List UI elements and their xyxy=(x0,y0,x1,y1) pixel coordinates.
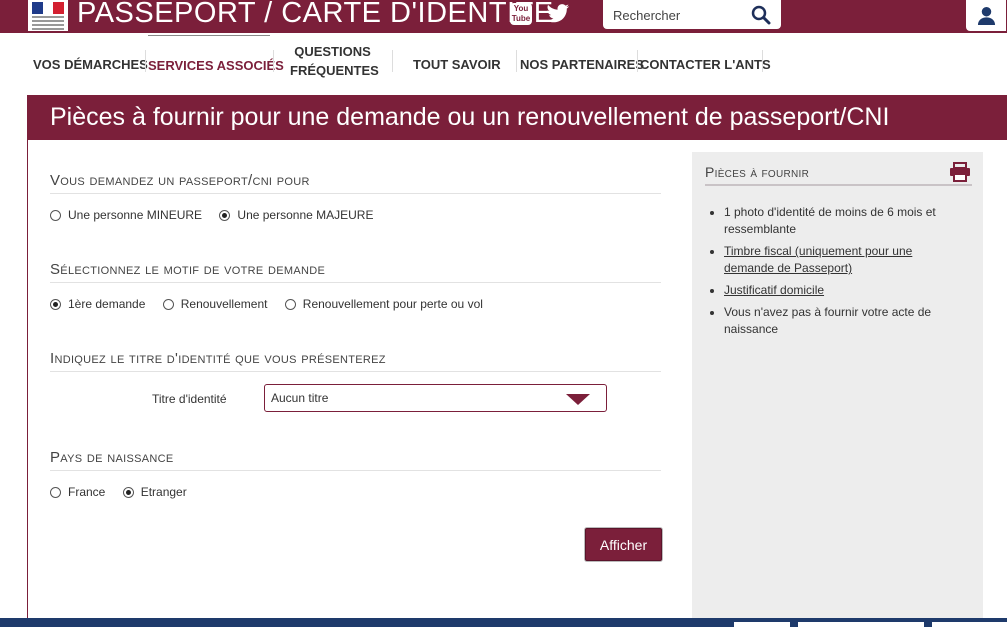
radio-mineure[interactable]: Une personne MINEURE xyxy=(50,208,202,222)
radio-premiere-demande[interactable]: 1ère demande xyxy=(50,297,145,311)
radio-group-pays: France Etranger xyxy=(50,485,201,501)
nav-item-questions-frequentes[interactable]: QUESTIONS FRÉQUENTES xyxy=(290,42,379,80)
titre-identite-label: Titre d'identité xyxy=(152,392,227,406)
footer-tab[interactable] xyxy=(932,622,1007,627)
justificatif-domicile-link[interactable]: Justificatif domicile xyxy=(724,283,824,297)
search-input[interactable] xyxy=(611,5,745,25)
nav-item-nos-partenaires[interactable]: NOS PARTENAIRES xyxy=(520,55,644,74)
nav-item-services-associes[interactable]: SERVICES ASSOCIÉS xyxy=(148,35,284,75)
titre-identite-select[interactable]: Aucun titre xyxy=(264,384,607,412)
site-title[interactable]: PASSEPORT / CARTE D'IDENTITE xyxy=(77,0,554,30)
content-left-border xyxy=(27,140,28,620)
chevron-down-icon xyxy=(566,394,590,405)
list-item: Justificatif domicile xyxy=(724,282,964,299)
main-nav: VOS DÉMARCHES SERVICES ASSOCIÉS QUESTION… xyxy=(0,34,1007,94)
youtube-icon[interactable]: You Tube xyxy=(510,3,532,25)
radio-majeure[interactable]: Une personne MAJEURE xyxy=(219,208,373,222)
footer-tab[interactable] xyxy=(798,622,924,627)
footer-tab[interactable] xyxy=(734,622,790,627)
radio-france[interactable]: France xyxy=(50,485,105,499)
list-item: 1 photo d'identité de moins de 6 mois et… xyxy=(724,204,964,238)
radio-group-motif: 1ère demande Renouvellement Renouvelleme… xyxy=(50,297,497,313)
nav-item-tout-savoir[interactable]: TOUT SAVOIR xyxy=(413,55,501,74)
search-box xyxy=(603,0,781,29)
user-icon xyxy=(977,6,996,25)
ants-logo[interactable] xyxy=(28,0,68,31)
nav-item-contacter[interactable]: CONTACTER L'ANTS xyxy=(640,55,771,74)
section-title-personne: Vous demandez un passeport/cni pour xyxy=(50,172,661,194)
section-title-pays-naissance: Pays de naissance xyxy=(50,449,661,471)
top-bar: PASSEPORT / CARTE D'IDENTITE You Tube xyxy=(0,0,1007,33)
timbre-fiscal-link[interactable]: Timbre fiscal (uniquement pour une deman… xyxy=(724,244,912,275)
section-title-titre-identite: Indiquez le titre d'identité que vous pr… xyxy=(50,350,661,372)
select-value: Aucun titre xyxy=(271,391,329,405)
sidebar-title: Pièces à fournir xyxy=(705,164,972,186)
twitter-icon[interactable] xyxy=(546,3,570,25)
list-item: Timbre fiscal (uniquement pour une deman… xyxy=(724,243,964,277)
print-icon[interactable] xyxy=(949,162,971,182)
radio-renouvellement-perte-vol[interactable]: Renouvellement pour perte ou vol xyxy=(284,297,483,311)
radio-etranger[interactable]: Etranger xyxy=(122,485,187,499)
pieces-list: 1 photo d'identité de moins de 6 mois et… xyxy=(708,204,964,343)
nav-item-questions-line1: QUESTIONS xyxy=(294,44,371,59)
radio-renouvellement[interactable]: Renouvellement xyxy=(162,297,267,311)
search-icon[interactable] xyxy=(751,5,771,25)
sidebar-pieces: Pièces à fournir 1 photo d'identité de m… xyxy=(692,152,983,627)
page-title: Pièces à fournir pour une demande ou un … xyxy=(50,103,890,131)
nav-item-vos-demarches[interactable]: VOS DÉMARCHES xyxy=(33,55,148,74)
list-item: Vous n'avez pas à fournir votre acte de … xyxy=(724,304,964,338)
user-account-button[interactable] xyxy=(964,0,1007,33)
nav-item-questions-line2: FRÉQUENTES xyxy=(290,63,379,78)
page-banner: Pièces à fournir pour une demande ou un … xyxy=(27,95,1007,140)
radio-group-personne: Une personne MINEURE Une personne MAJEUR… xyxy=(50,208,387,224)
section-title-motif: Sélectionnez le motif de votre demande xyxy=(50,261,661,283)
french-flag-icon xyxy=(32,2,65,14)
afficher-button[interactable]: Afficher xyxy=(585,528,662,561)
